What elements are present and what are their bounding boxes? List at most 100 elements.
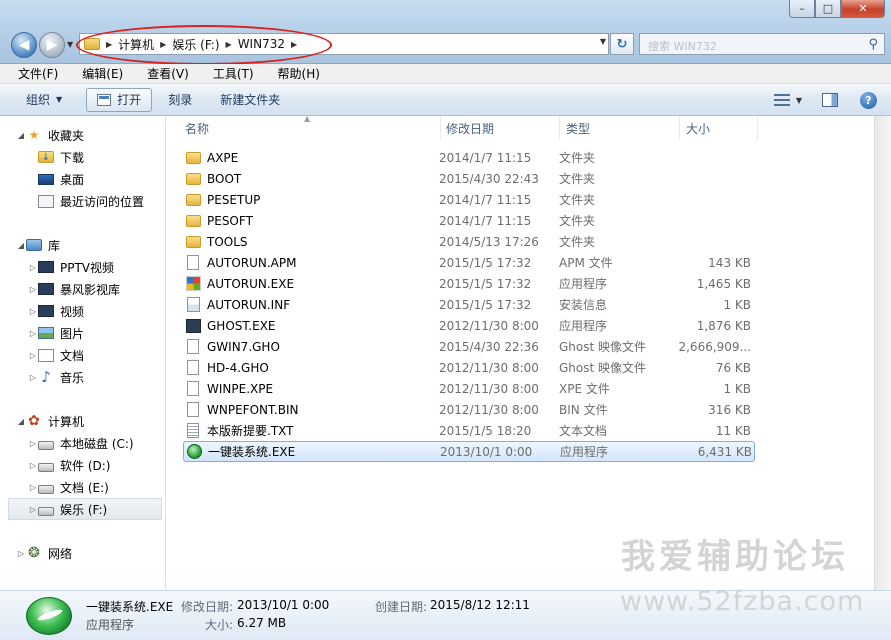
open-button[interactable]: 打开 <box>86 87 153 112</box>
nav-documents[interactable]: ▷ 文档 <box>0 344 166 366</box>
file-row[interactable]: GWIN7.GHO 2015/4/30 22:36 Ghost 映像文件 2,666,… <box>183 336 755 357</box>
collapse-arrow-icon[interactable]: ▷ <box>16 549 26 558</box>
new-folder-button[interactable]: 新建文件夹 <box>220 91 280 108</box>
file-type: 文件夹 <box>559 235 596 249</box>
close-button[interactable]: ✕ <box>841 0 885 18</box>
preview-pane-icon[interactable] <box>822 93 838 107</box>
nav-label: 文档 (E:) <box>60 480 109 495</box>
file-row[interactable]: WNPEFONT.BIN 2012/11/30 8:00 BIN 文件 316 KB <box>183 399 755 420</box>
expand-arrow-icon[interactable]: ◢ <box>16 131 26 140</box>
nav-label: 文档 <box>60 348 85 363</box>
navigation-pane: ◢ ★ 收藏夹 ↓ 下载 桌面 最近访问的位置 ◢ 库 ▷ PPTV视频 ▷ 暴… <box>0 116 166 590</box>
burn-button[interactable]: 刻录 <box>168 91 192 108</box>
nav-drive-f[interactable]: ▷ 娱乐 (F:) <box>8 498 162 520</box>
file-row[interactable]: GHOST.EXE 2012/11/30 8:00 应用程序 1,876 KB <box>183 315 755 336</box>
file-row[interactable]: 一键装系统.EXE 2013/10/1 0:00 应用程序 6,431 KB <box>183 441 755 462</box>
collapse-arrow-icon[interactable]: ▷ <box>28 461 38 470</box>
file-row[interactable]: AUTORUN.APM 2015/1/5 17:32 APM 文件 143 KB <box>183 252 755 273</box>
vertical-scrollbar[interactable] <box>874 116 891 590</box>
nav-computer[interactable]: ◢ ✿ 计算机 <box>0 410 166 432</box>
file-date: 2012/11/30 8:00 <box>439 402 539 417</box>
nav-pptv[interactable]: ▷ PPTV视频 <box>0 256 166 278</box>
collapse-arrow-icon[interactable]: ▷ <box>28 351 38 360</box>
file-icon <box>185 255 201 271</box>
nav-drive-e[interactable]: ▷ 文档 (E:) <box>0 476 166 498</box>
file-row[interactable]: HD-4.GHO 2012/11/30 8:00 Ghost 映像文件 76 KB <box>183 357 755 378</box>
collapse-arrow-icon[interactable]: ▷ <box>28 307 38 316</box>
forward-button[interactable]: ▶ <box>39 32 65 58</box>
search-icon[interactable]: ⚲ <box>868 37 878 52</box>
expand-arrow-icon[interactable]: ◢ <box>16 417 26 426</box>
nav-recent[interactable]: 最近访问的位置 <box>0 190 166 212</box>
nav-libraries[interactable]: ◢ 库 <box>0 234 166 256</box>
folder-icon <box>185 213 201 229</box>
column-header-name[interactable]: 名称 <box>179 116 441 140</box>
nav-drive-c[interactable]: ▷ 本地磁盘 (C:) <box>0 432 166 454</box>
nav-drive-d[interactable]: ▷ 软件 (D:) <box>0 454 166 476</box>
maximize-button[interactable]: □ <box>815 0 841 18</box>
file-name-cell: AUTORUN.EXE <box>183 276 439 292</box>
nav-label: 音乐 <box>60 370 85 385</box>
nav-pictures[interactable]: ▷ 图片 <box>0 322 166 344</box>
file-row[interactable]: WINPE.XPE 2012/11/30 8:00 XPE 文件 1 KB <box>183 378 755 399</box>
minimize-button[interactable]: – <box>789 0 815 18</box>
file-type: BIN 文件 <box>559 403 608 417</box>
collapse-arrow-icon[interactable]: ▷ <box>28 329 38 338</box>
refresh-button[interactable]: ↻ <box>610 33 634 55</box>
column-header-size[interactable]: 大小 <box>680 116 758 140</box>
nav-desktop[interactable]: 桌面 <box>0 168 166 190</box>
file-row[interactable]: PESOFT 2014/1/7 11:15 文件夹 <box>183 210 755 231</box>
view-dropdown-icon[interactable]: ▼ <box>796 96 802 105</box>
search-input[interactable]: 搜索 WIN732 ⚲ <box>639 33 885 55</box>
file-row[interactable]: AUTORUN.EXE 2015/1/5 17:32 应用程序 1,465 KB <box>183 273 755 294</box>
collapse-arrow-icon[interactable]: ▷ <box>28 285 38 294</box>
nav-label: 最近访问的位置 <box>60 194 145 209</box>
collapse-arrow-icon[interactable]: ▷ <box>28 439 38 448</box>
file-row[interactable]: PESETUP 2014/1/7 11:15 文件夹 <box>183 189 755 210</box>
collapse-arrow-icon[interactable]: ▷ <box>28 263 38 272</box>
column-header-date[interactable]: 修改日期 <box>440 116 560 140</box>
menu-view[interactable]: 查看(V) <box>129 65 195 82</box>
organize-button[interactable]: 组织 ▼ <box>26 91 62 108</box>
nav-music[interactable]: ▷ ♪ 音乐 <box>0 366 166 388</box>
file-row[interactable]: 本版新提要.TXT 2015/1/5 18:20 文本文档 11 KB <box>183 420 755 441</box>
nav-label: 视频 <box>60 304 85 319</box>
documents-icon <box>38 348 54 362</box>
file-row[interactable]: AXPE 2014/1/7 11:15 文件夹 <box>183 147 755 168</box>
file-row[interactable]: BOOT 2015/4/30 22:43 文件夹 <box>183 168 755 189</box>
change-view-icon[interactable] <box>773 94 790 106</box>
help-icon[interactable]: ? <box>860 91 877 109</box>
file-name: GWIN7.GHO <box>207 339 280 354</box>
nav-downloads[interactable]: ↓ 下载 <box>0 146 166 168</box>
collapse-arrow-icon[interactable]: ▷ <box>28 373 38 382</box>
annotation-ellipse <box>76 25 332 65</box>
file-name-cell: WNPEFONT.BIN <box>183 402 439 418</box>
chevron-down-icon: ▼ <box>56 95 63 104</box>
recent-pages-dropdown[interactable]: ▼ <box>67 40 73 49</box>
back-button[interactable]: ◀ <box>11 32 37 58</box>
menu-edit[interactable]: 编辑(E) <box>64 65 129 82</box>
nav-label: 娱乐 (F:) <box>60 502 108 517</box>
nav-network[interactable]: ▷ ❂ 网络 <box>0 542 166 564</box>
file-name-cell: AXPE <box>183 150 439 166</box>
file-size: 1,876 KB <box>696 318 751 333</box>
file-name: AXPE <box>207 150 239 165</box>
collapse-arrow-icon[interactable]: ▷ <box>28 505 38 514</box>
expand-arrow-icon[interactable]: ◢ <box>16 241 26 250</box>
address-dropdown-icon[interactable]: ▼ <box>600 37 606 46</box>
nav-label: 本地磁盘 (C:) <box>60 436 134 451</box>
file-icon <box>185 381 201 397</box>
nav-videos[interactable]: ▷ 视频 <box>0 300 166 322</box>
details-modified-label: 修改日期: <box>181 600 234 614</box>
file-row[interactable]: TOOLS 2014/5/13 17:26 文件夹 <box>183 231 755 252</box>
watermark-title: 我爱辅助论坛 <box>621 537 849 577</box>
column-header-type[interactable]: 类型 <box>560 116 680 140</box>
nav-favorites[interactable]: ◢ ★ 收藏夹 <box>0 124 166 146</box>
nav-baofeng[interactable]: ▷ 暴风影视库 <box>0 278 166 300</box>
menu-help[interactable]: 帮助(H) <box>260 65 326 82</box>
collapse-arrow-icon[interactable]: ▷ <box>28 483 38 492</box>
organize-label: 组织 <box>26 93 51 107</box>
menu-file[interactable]: 文件(F) <box>0 65 64 82</box>
menu-tools[interactable]: 工具(T) <box>195 65 260 82</box>
file-row[interactable]: AUTORUN.INF 2015/1/5 17:32 安装信息 1 KB <box>183 294 755 315</box>
